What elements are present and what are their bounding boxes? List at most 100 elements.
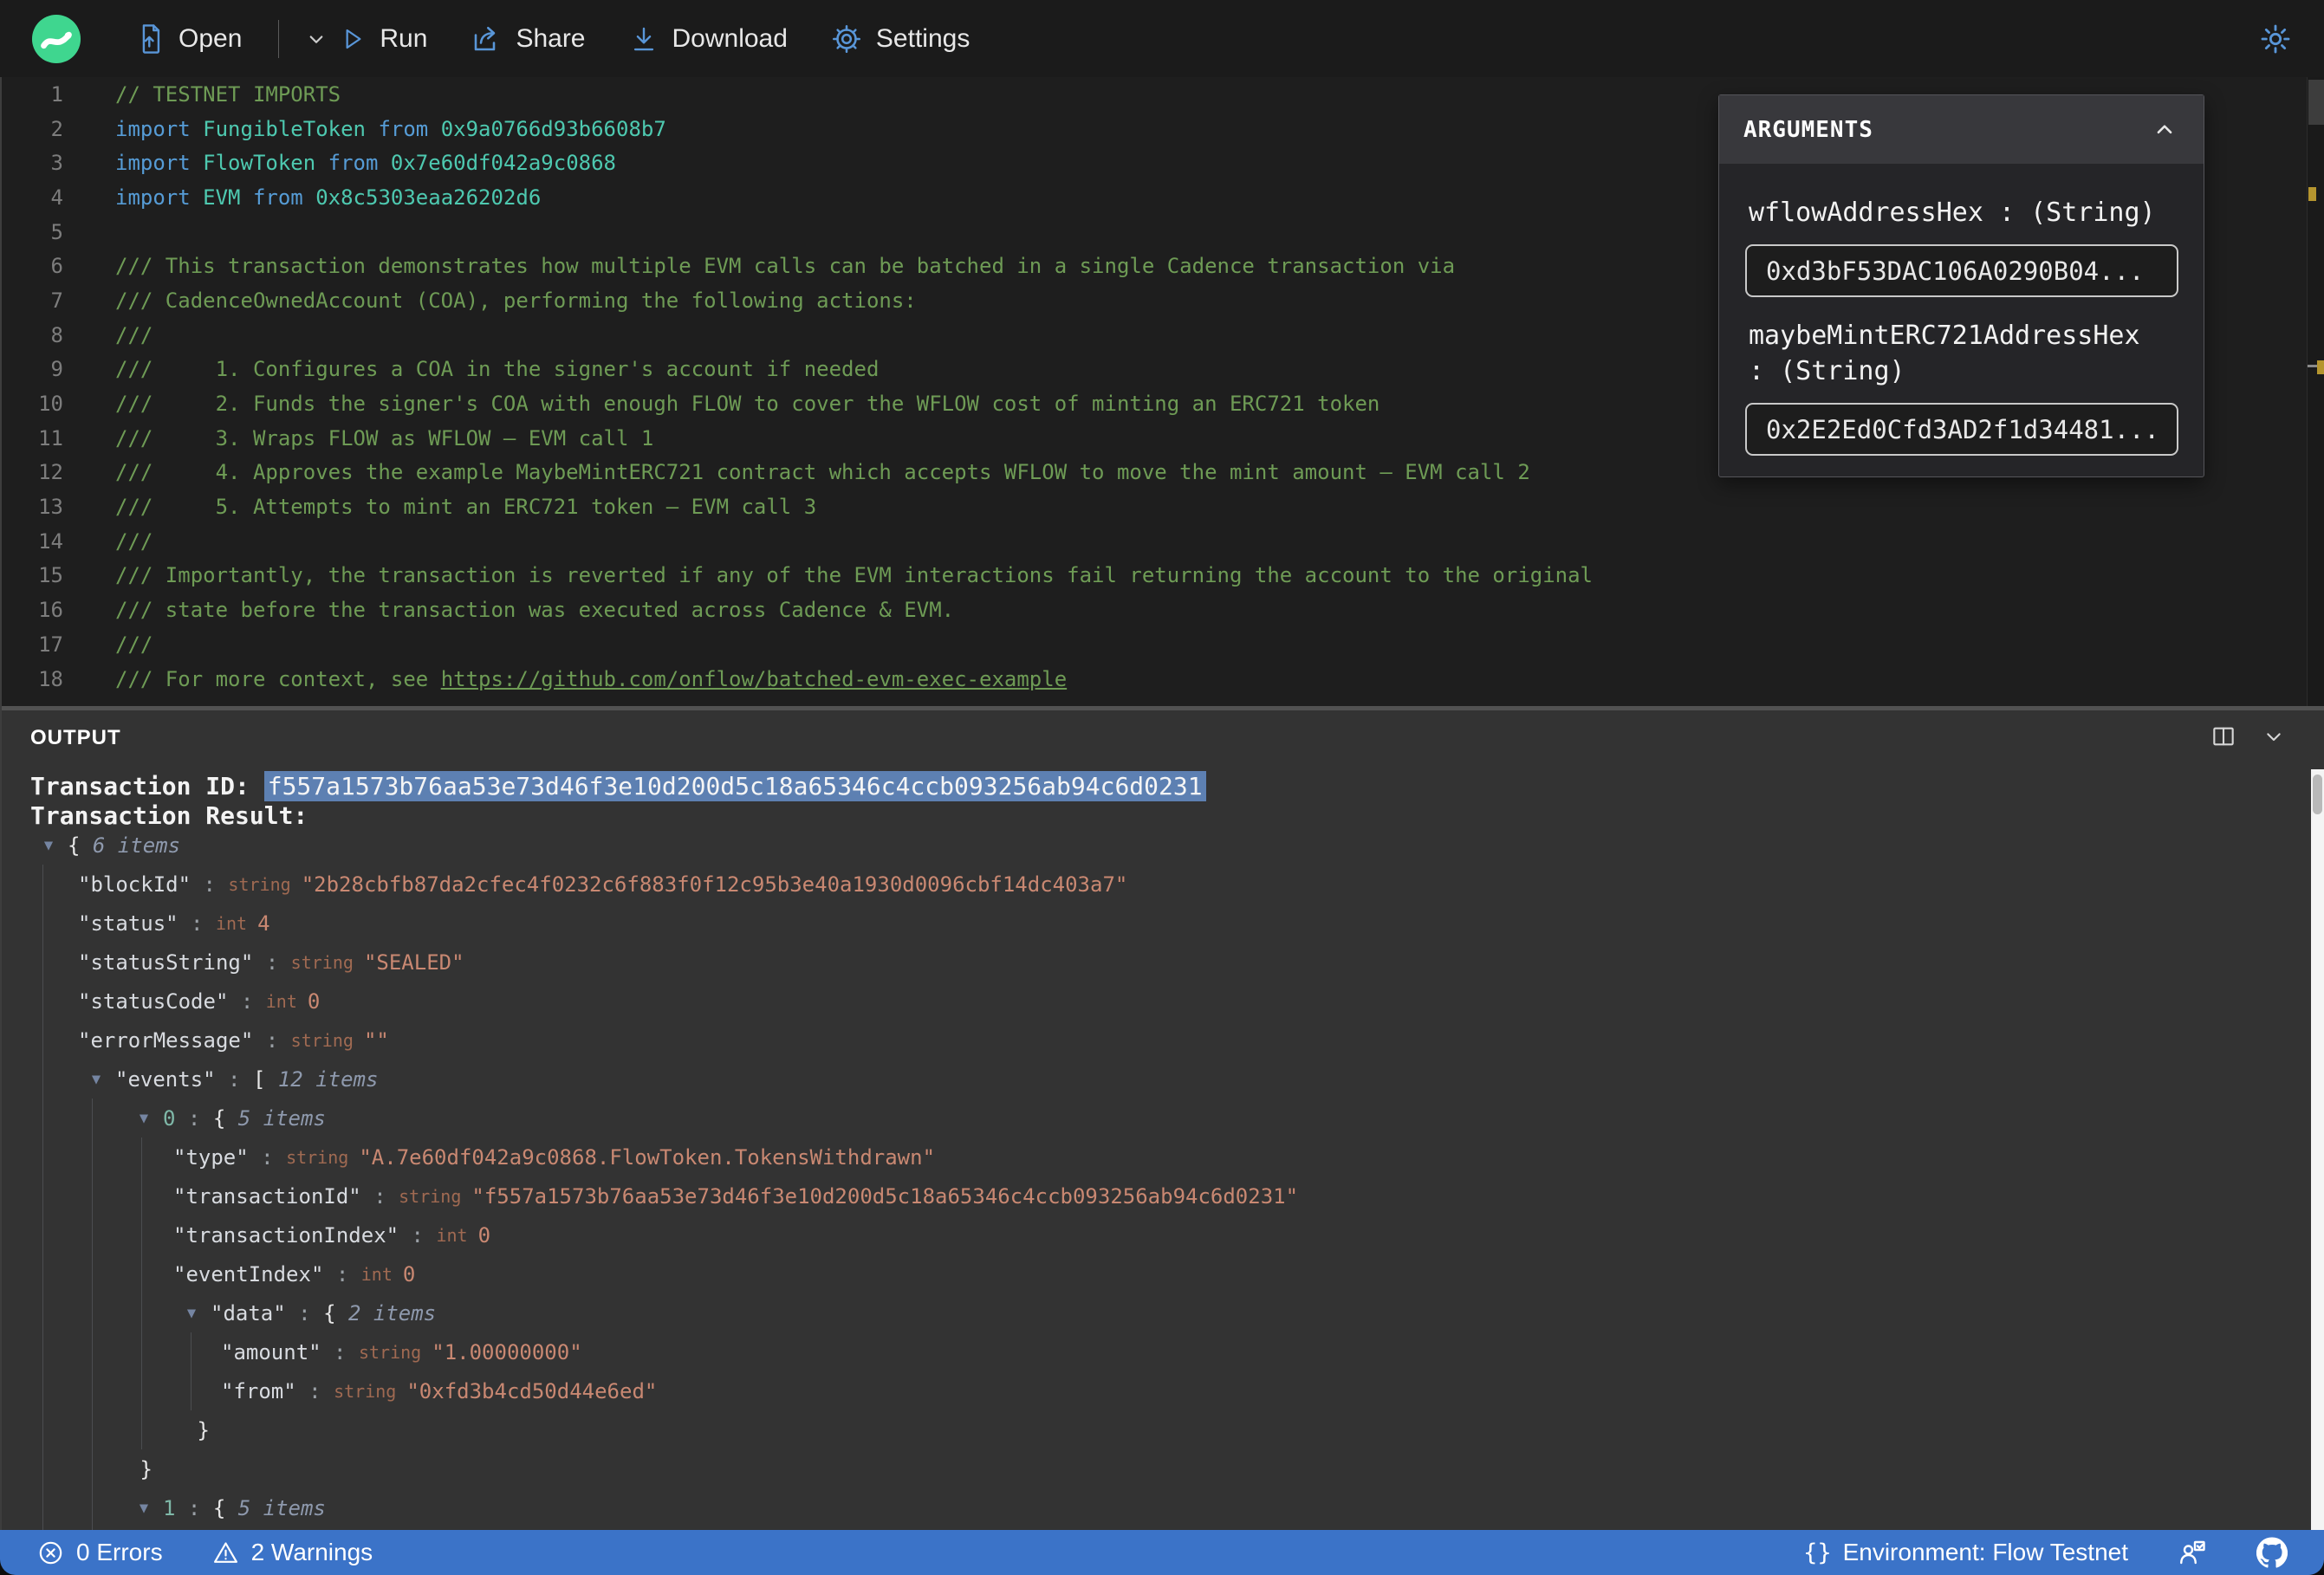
collapse-output-chevron-icon[interactable] — [2260, 723, 2288, 750]
tree-row: "transactionIndex" : int 0 — [173, 1215, 490, 1254]
split-panel-icon[interactable] — [2210, 723, 2237, 750]
code-token: from — [328, 151, 391, 176]
share-icon — [475, 26, 496, 50]
line-number: 18 — [38, 666, 63, 691]
tree-items: 5 items — [237, 1105, 326, 1131]
braces-icon: {} — [1803, 1539, 1832, 1566]
code-text: /// 3. Wraps FLOW as WFLOW — EVM call 1 — [115, 426, 653, 450]
line-number: 3 — [50, 151, 63, 176]
argument-input[interactable]: 0x2E2Ed0Cfd3AD2f1d34481... — [1745, 403, 2178, 456]
tree-colon: : — [285, 1300, 324, 1325]
open-menu-chevron[interactable] — [303, 26, 329, 52]
tree-row: "statusCode" : int 0 — [78, 982, 320, 1021]
tree-row: ▼ 0 : { 5 items — [126, 1099, 326, 1138]
arguments-panel-header[interactable]: ARGUMENTS — [1719, 95, 2204, 164]
share-button[interactable]: Share — [471, 23, 586, 55]
tree-items: 12 items — [277, 1066, 379, 1092]
feedback-button[interactable] — [2177, 1537, 2208, 1568]
code-token: // TESTNET IMPORTS — [115, 81, 341, 107]
tree-tag: int — [215, 912, 258, 934]
warnings-status[interactable]: 2 Warnings — [211, 1539, 373, 1567]
line-number: 13 — [38, 495, 63, 520]
tree-expand-arrow-icon[interactable]: ▼ — [180, 1305, 203, 1322]
settings-label: Settings — [875, 23, 970, 53]
tree-expand-arrow-icon[interactable]: ▼ — [133, 1500, 155, 1517]
flow-logo-icon — [31, 14, 81, 63]
chevron-down-icon — [310, 35, 323, 43]
tree-expand-arrow-icon[interactable]: ▼ — [85, 1071, 107, 1088]
tree-key: "amount" — [221, 1339, 321, 1364]
code-line[interactable]: 18 /// For more context, see https://gith… — [0, 662, 2324, 697]
download-button[interactable]: Download — [629, 23, 788, 55]
tree-items: 5 items — [237, 1495, 326, 1520]
tree-brace: { — [68, 833, 93, 858]
code-token: FlowToken — [203, 151, 328, 176]
code-link[interactable]: https://github.com/onflow/batched-evm-ex… — [441, 667, 1067, 691]
code-text: /// This transaction demonstrates how mu… — [115, 254, 1455, 278]
tree-str: "" — [363, 1027, 389, 1053]
arguments-title: ARGUMENTS — [1743, 116, 1873, 143]
tree-expand-arrow-icon[interactable]: ▼ — [37, 837, 60, 854]
app-window: Open Run Share Download Settings 1 // TE… — [0, 0, 2324, 1575]
code-token: 0x9a0766d93b6608b7 — [440, 116, 666, 141]
status-bar: 0 Errors 2 Warnings {} Environment: Flow… — [0, 1530, 2324, 1575]
tree-expand-arrow-icon[interactable]: ▼ — [133, 1110, 155, 1127]
code-line[interactable]: 14 /// — [0, 524, 2324, 559]
toolbar: Open Run Share Download Settings — [0, 0, 2324, 77]
code-line[interactable]: 15 /// Importantly, the transaction is re… — [0, 559, 2324, 593]
code-token: /// Importantly, the transaction is reve… — [115, 563, 1594, 588]
tree-colon: : — [253, 1027, 291, 1053]
argument-label: maybeMintERC721AddressHex : (String) — [1749, 321, 2140, 386]
error-circle-icon — [39, 1541, 62, 1564]
open-button[interactable]: Open — [135, 23, 242, 55]
code-text: /// — [115, 323, 153, 347]
editor-scrollbar[interactable] — [2307, 77, 2324, 706]
line-number: 16 — [38, 598, 63, 623]
code-token: /// For more context, see — [115, 666, 441, 691]
tree-brace: { — [323, 1300, 348, 1325]
errors-status[interactable]: 0 Errors — [36, 1539, 163, 1567]
feedback-person-icon — [2180, 1540, 2205, 1565]
line-number: 2 — [50, 116, 63, 141]
github-link[interactable] — [2256, 1537, 2288, 1568]
code-token: /// — [115, 632, 153, 657]
tree-key: "from" — [221, 1378, 296, 1403]
tree-key: "transactionIndex" — [173, 1222, 399, 1248]
tree-row: "eventIndex" : int 0 — [173, 1254, 415, 1293]
code-line[interactable]: 17 /// — [0, 627, 2324, 662]
tree-key: "data" — [211, 1300, 286, 1325]
output-scrollbar-thumb[interactable] — [2313, 775, 2322, 814]
code-text: /// — [115, 632, 153, 657]
open-file-icon — [142, 23, 160, 54]
theme-toggle-button[interactable] — [2258, 22, 2293, 56]
tree-tag: string — [334, 1380, 407, 1402]
tree-key: "blockId" — [78, 872, 192, 897]
output-panel: OUTPUT Transaction ID: f557a1573b76aa53e… — [0, 710, 2324, 1530]
settings-button[interactable]: Settings — [831, 23, 970, 55]
tree-colon: : — [295, 1378, 334, 1403]
run-button[interactable]: Run — [338, 24, 427, 54]
code-text: /// 2. Funds the signer's COA with enoug… — [115, 392, 1379, 416]
indent-guide — [141, 1138, 142, 1449]
code-text: /// 5. Attempts to mint an ERC721 token … — [115, 495, 816, 519]
tree-row: } — [198, 1410, 210, 1449]
argument-input[interactable]: 0xd3bF53DAC106A0290B04... — [1745, 244, 2178, 297]
code-line[interactable]: 16 /// state before the transaction was e… — [0, 593, 2324, 627]
output-scrollbar[interactable] — [2311, 769, 2324, 1530]
line-number: 7 — [50, 288, 63, 313]
tree-str: "A.7e60df042a9c0868.FlowToken.TokensWith… — [359, 1144, 936, 1170]
arguments-fields: wflowAddressHex : (String) 0xd3bF53DAC106… — [1719, 164, 2204, 499]
gear-icon — [832, 24, 860, 53]
tree-colon: : — [215, 1066, 253, 1092]
environment-status[interactable]: {} Environment: Flow Testnet — [1803, 1539, 2128, 1566]
tree-row: "amount" : string "1.00000000" — [221, 1332, 582, 1371]
code-token: /// state before the transaction was exe… — [115, 598, 955, 623]
code-editor[interactable]: 1 // TESTNET IMPORTS 2 import FungibleToken… — [0, 77, 2324, 706]
line-number: 8 — [50, 322, 63, 347]
result-json-tree: ▼ { 6 items "blockId" : string "2b28cbfb87… — [0, 826, 2307, 1530]
code-token: 0x7e60df042a9c0868 — [390, 151, 616, 176]
tree-items: 6 items — [92, 833, 181, 858]
tree-str: "1.00000000" — [432, 1339, 582, 1364]
editor-scrollbar-thumb[interactable] — [2308, 80, 2324, 125]
environment-label: Environment: Flow Testnet — [1842, 1539, 2128, 1565]
